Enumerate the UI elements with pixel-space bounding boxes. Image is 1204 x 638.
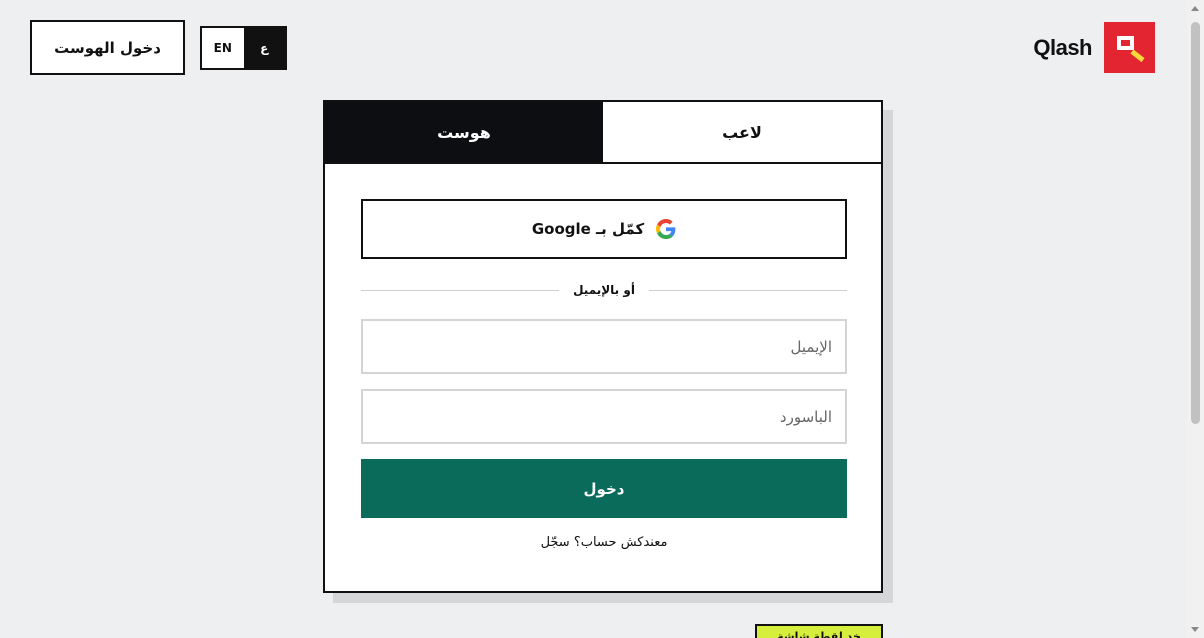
divider-text: أو بالإيميل: [573, 283, 635, 297]
password-field[interactable]: [361, 389, 847, 444]
google-login-label: كمّل بـ Google: [531, 220, 645, 238]
brand-name: Qlash: [1033, 34, 1092, 60]
signup-link[interactable]: معندكش حساب؟ سجّل: [361, 535, 847, 550]
google-login-button[interactable]: كمّل بـ Google: [361, 199, 847, 259]
email-field[interactable]: [361, 319, 847, 374]
screenshot-note[interactable]: خد لقطة شاشة: [755, 624, 883, 638]
scroll-up-icon[interactable]: [1191, 6, 1199, 11]
tab-player[interactable]: لاعب: [603, 102, 881, 162]
account-type-tabs: هوست لاعب: [325, 102, 881, 164]
qlash-logo-icon: [1104, 22, 1155, 73]
language-switch[interactable]: EN ع: [200, 26, 287, 70]
login-button[interactable]: دخول: [361, 459, 847, 518]
brand[interactable]: Qlash: [1033, 22, 1155, 73]
lang-option-ar[interactable]: ع: [243, 28, 285, 68]
page-scrollbar[interactable]: [1187, 0, 1204, 638]
scroll-thumb[interactable]: [1191, 22, 1200, 424]
tab-host[interactable]: هوست: [325, 102, 603, 162]
google-icon: [656, 219, 676, 239]
login-card: هوست لاعب كمّل بـ Google أو بالإيميل دخو…: [323, 100, 883, 593]
scroll-down-icon[interactable]: [1191, 627, 1199, 632]
host-login-button[interactable]: دخول الهوست: [30, 20, 185, 75]
or-divider: أو بالإيميل: [361, 280, 848, 300]
lang-option-en[interactable]: EN: [202, 28, 244, 68]
